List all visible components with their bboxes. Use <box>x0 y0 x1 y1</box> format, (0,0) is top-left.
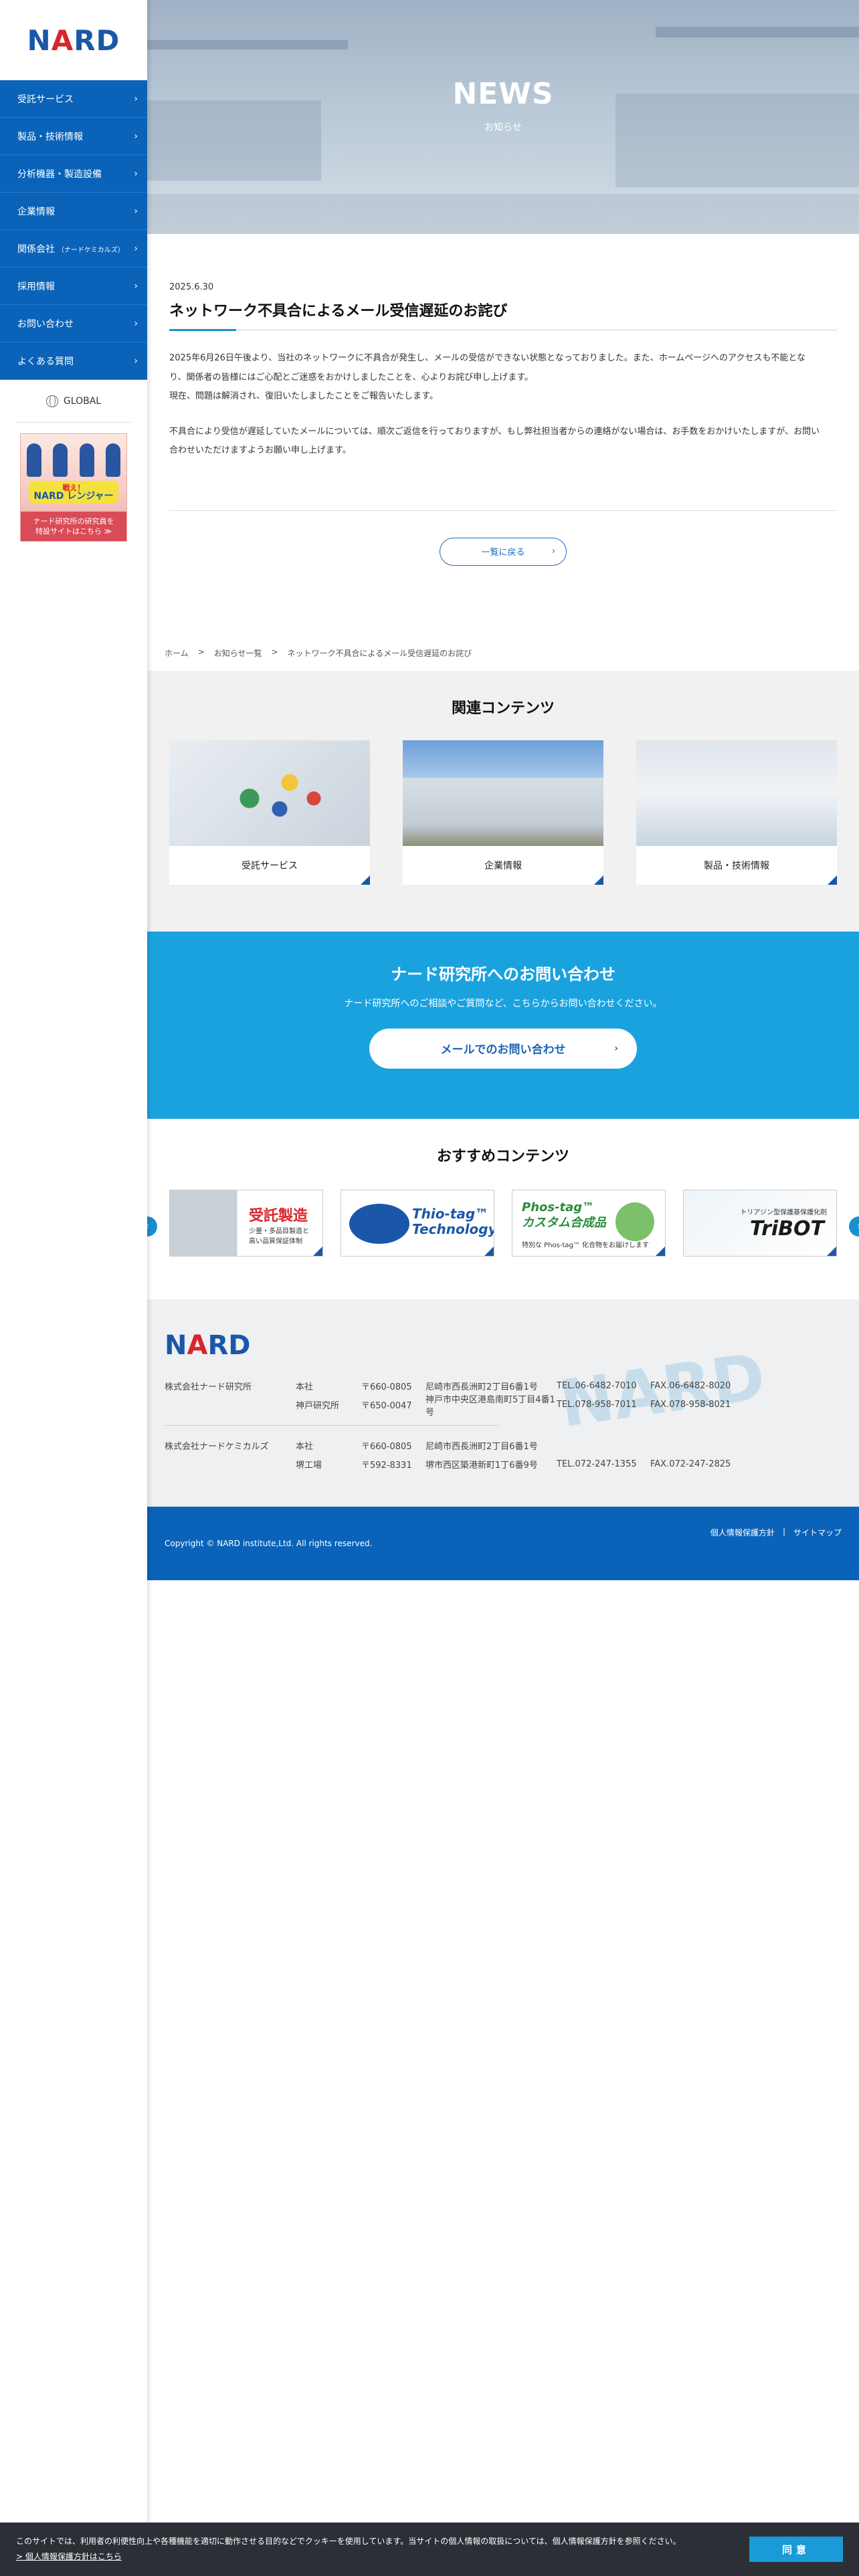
office-row: 堺工場 〒592-8331 堺市西区築港新町1丁6番9号 TEL.072-247… <box>296 1459 731 1471</box>
breadcrumb-home[interactable]: ホーム <box>165 647 189 659</box>
article-body: 2025年6月26日午後より、当社のネットワークに不具合が発生し、メールの受信が… <box>169 349 837 461</box>
copyright: Copyright © NARD institute,Ltd. All righ… <box>165 1538 373 1548</box>
lab-glassware-image <box>636 740 837 846</box>
chevron-right-icon: › <box>134 243 138 254</box>
chevron-right-icon: › <box>134 205 138 217</box>
article-date: 2025.6.30 <box>169 282 214 292</box>
chevron-right-icon: › <box>134 280 138 292</box>
corner-arrow-icon <box>594 875 603 885</box>
footer-logo[interactable]: NARD <box>165 1330 842 1361</box>
cookie-banner: このサイトでは、利用者の利便性向上や各種機能を適切に動作させる目的などでクッキー… <box>0 2523 859 2576</box>
chevron-right-icon: › <box>134 93 138 104</box>
article-title: ネットワーク不具合によるメール受信遅延のお詫び <box>169 299 837 331</box>
chevron-right-icon: › <box>134 168 138 179</box>
building-image <box>403 740 603 846</box>
contact-section: ナード研究所へのお問い合わせ ナード研究所へのご相談やご質問など、こちらからお問… <box>147 931 859 1119</box>
mail-contact-button[interactable]: メールでのお問い合わせ › <box>369 1028 637 1069</box>
recommended-carousel: 受託製造 少量・多品目製造と 高い品質保証体制 Thio-tag™ Technolo… <box>147 1189 859 1257</box>
corner-arrow-icon <box>313 1246 322 1256</box>
article-paragraph: 不具合により受信が遅延していたメールについては、順次ご返信を行っておりますが、も… <box>169 426 820 456</box>
lab-bench <box>147 100 321 181</box>
chevron-right-icon: › <box>614 1043 618 1054</box>
article-paragraph: 2025年6月26日午後より、当社のネットワークに不具合が発生し、メールの受信が… <box>169 353 805 402</box>
global-link[interactable]: GLOBAL <box>16 380 131 423</box>
sidebar-item-company[interactable]: 企業情報 › <box>0 193 147 230</box>
breadcrumb: ホーム > お知らせ一覧 > ネットワーク不具合によるメール受信遅延のお詫び <box>147 647 859 659</box>
reco-tribot[interactable]: トリアジン型保護基保護化剤 TriBOT <box>683 1189 837 1257</box>
related-title: 関連コンテンツ <box>451 700 555 717</box>
corner-arrow-icon <box>361 875 370 885</box>
privacy-policy-link[interactable]: 個人情報保護方針 <box>710 1527 775 1538</box>
molecule-image <box>169 740 370 846</box>
nard-ranger-banner[interactable]: 戦え！ NARD レンジャー ナード研究所の研究員を 特設サイトはこちら ≫ <box>20 433 127 542</box>
chevron-right-icon: › <box>134 355 138 366</box>
ranger-figure <box>106 443 121 477</box>
breadcrumb-current: ネットワーク不具合によるメール受信遅延のお詫び <box>287 648 472 658</box>
ranger-figure <box>79 443 94 477</box>
reco-phos-tag[interactable]: Phos-tag™ カスタム合成品 特別な Phos-tag™ 化合物をお届けしま… <box>512 1189 666 1257</box>
breadcrumb-news-list[interactable]: お知らせ一覧 <box>214 647 262 659</box>
office-list: 株式会社ナード研究所 本社 〒660-0805 尼崎市西長洲町2丁目6番1号 T… <box>165 1377 842 1474</box>
corner-arrow-icon <box>656 1246 665 1256</box>
ranger-figures <box>21 443 126 481</box>
chevron-right-icon: › <box>134 130 138 142</box>
related-card-contract-services[interactable]: 受託サービス <box>169 740 370 885</box>
corner-arrow-icon <box>828 875 837 885</box>
related-contents: 関連コンテンツ 受託サービス 企業情報 製品・技術情報 <box>147 670 859 932</box>
globe-icon <box>45 395 58 407</box>
ranger-figure <box>53 443 68 477</box>
recommended-contents: おすすめコンテンツ ‹ 受託製造 少量・多品目製造と高い品質保証体制 Thio-… <box>137 1119 859 1299</box>
contact-title: ナード研究所へのお問い合わせ <box>391 964 615 984</box>
sidebar-item-equipment[interactable]: 分析機器・製造設備 › <box>0 155 147 193</box>
cookie-agree-button[interactable]: 同意 <box>749 2537 843 2562</box>
back-to-list-button[interactable]: 一覧に戻る › <box>440 537 567 566</box>
news-article: 2025.6.30 ネットワーク不具合によるメール受信遅延のお詫び 2025年6… <box>147 282 859 566</box>
thio-tag-logo <box>349 1203 409 1244</box>
related-card-company[interactable]: 企業情報 <box>403 740 603 885</box>
sidebar-item-products[interactable]: 製品・技術情報 › <box>0 118 147 155</box>
breadcrumb-separator: > <box>197 647 205 657</box>
hero-banner: NEWS お知らせ <box>147 0 859 234</box>
reco-contract-manufacturing[interactable]: 受託製造 少量・多品目製造と 高い品質保証体制 <box>169 1189 323 1257</box>
cookie-privacy-link[interactable]: > 個人情報保護方針はこちら <box>16 2552 122 2561</box>
corner-arrow-icon <box>827 1246 836 1256</box>
sidebar-item-contact[interactable]: お問い合わせ › <box>0 305 147 342</box>
breadcrumb-separator: > <box>271 647 278 657</box>
office-row: 株式会社ナードケミカルズ 本社 〒660-0805 尼崎市西長洲町2丁目6番1号 <box>165 1442 538 1453</box>
page-title: NEWS <box>452 77 554 111</box>
page-subtitle: お知らせ <box>484 122 522 133</box>
chevron-right-icon: › <box>551 546 555 557</box>
logo-link[interactable]: N A RD <box>0 0 147 80</box>
contact-description: ナード研究所へのご相談やご質問など、こちらからお問い合わせください。 <box>344 998 662 1009</box>
sidebar-item-faq[interactable]: よくある質問 › <box>0 342 147 380</box>
sidebar-item-recruit[interactable]: 採用情報 › <box>0 267 147 305</box>
lab-floor <box>147 194 859 234</box>
recommended-title: おすすめコンテンツ <box>436 1148 569 1165</box>
main-content: NEWS お知らせ 2025.6.30 ネットワーク不具合によるメール受信遅延の… <box>137 0 859 1580</box>
divider <box>165 1424 499 1426</box>
lab-shelf <box>147 40 348 49</box>
sidebar: N A RD 受託サービス › 製品・技術情報 › 分析機器・製造設備 › 企業情報 › 関… <box>0 0 147 2576</box>
chevron-right-icon: › <box>134 318 138 329</box>
ranger-figure <box>26 443 41 477</box>
phos-tag-logo <box>615 1202 654 1241</box>
reco-thio-tag[interactable]: Thio-tag™ Technology <box>341 1189 494 1257</box>
ranger-tag: 戦え！ NARD レンジャー <box>29 481 118 504</box>
link-separator: | <box>782 1526 785 1536</box>
ranger-banner-caption: ナード研究所の研究員を 特設サイトはこちら ≫ <box>21 512 126 541</box>
lab-shelf <box>656 27 859 37</box>
sidebar-item-contract-services[interactable]: 受託サービス › <box>0 80 147 118</box>
nard-logo: N A RD <box>27 23 120 57</box>
corner-arrow-icon <box>484 1246 494 1256</box>
divider <box>169 510 837 511</box>
footer-bottom-bar: Copyright © NARD institute,Ltd. All righ… <box>147 1506 859 1580</box>
cookie-text: このサイトでは、利用者の利便性向上や各種機能を適切に動作させる目的などでクッキー… <box>16 2537 681 2547</box>
office-row: 神戸研究所 〒650-0047 神戸市中央区港島南町5丁目4番1号 TEL.07… <box>296 1394 731 1418</box>
sidebar-nav: 受託サービス › 製品・技術情報 › 分析機器・製造設備 › 企業情報 › 関係会社 （ナ… <box>0 80 147 380</box>
related-card-products[interactable]: 製品・技術情報 <box>636 740 837 885</box>
footer: NARD NARD 株式会社ナード研究所 本社 〒660-0805 尼崎市西長洲… <box>147 1299 859 1507</box>
sidebar-item-affiliates[interactable]: 関係会社 （ナードケミカルズ） › <box>0 230 147 267</box>
sitemap-link[interactable]: サイトマップ <box>793 1527 842 1538</box>
